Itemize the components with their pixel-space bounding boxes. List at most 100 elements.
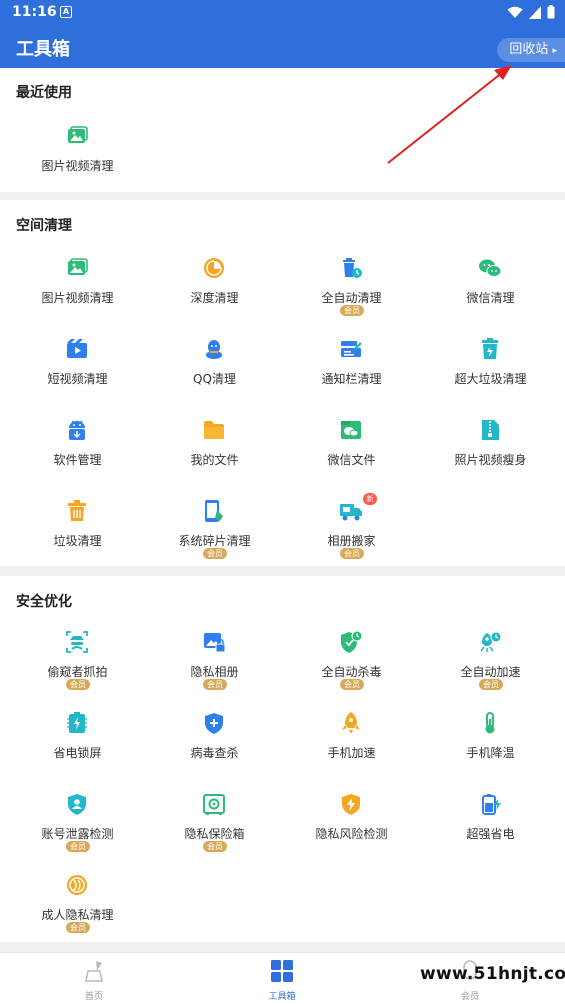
tool-item[interactable]: 我的文件	[144, 418, 285, 498]
tool-item[interactable]: 通知栏清理	[281, 337, 422, 417]
lock-photo-icon	[202, 630, 226, 654]
tool-item-label: 全自动加速	[460, 665, 521, 679]
tool-item[interactable]: 手机加速	[281, 711, 422, 791]
trash-clock-icon	[339, 256, 363, 280]
member-badge: 会员	[340, 548, 364, 559]
tool-item-label: 成人隐私清理	[41, 908, 114, 922]
status-icons	[507, 5, 555, 19]
tool-item[interactable]: 超大垃圾清理	[420, 337, 561, 417]
tool-item-label: 深度清理	[190, 291, 239, 305]
circle-hash-icon	[65, 873, 89, 897]
tool-item[interactable]: 微信文件	[281, 418, 422, 498]
nav-toolbox-label: 工具箱	[268, 992, 296, 1002]
member-badge: 会员	[203, 841, 227, 852]
member-badge: 会员	[340, 305, 364, 316]
security-section: 安全优化 偷窥者抓拍 会员 隐私相册 会员 全自动杀毒 会员 全自动加速 会员 省电锁屏 病毒查杀…	[0, 576, 565, 942]
battery-icon	[547, 5, 555, 19]
page-title: 工具箱	[16, 39, 70, 60]
tool-item[interactable]: 微信清理	[420, 256, 561, 336]
tool-item[interactable]: 病毒查杀	[144, 711, 285, 791]
zip-icon	[478, 418, 502, 442]
tool-item-label: 系统碎片清理	[178, 534, 251, 548]
shield-plus-icon	[202, 711, 226, 735]
member-badge: 会员	[66, 841, 90, 852]
tool-item-label: 软件管理	[53, 453, 102, 467]
recent-section: 最近使用 图片视频清理	[0, 68, 565, 192]
shield-clock-icon	[339, 630, 363, 654]
member-badge: 会员	[66, 679, 90, 690]
tool-item[interactable]: 省电锁屏	[7, 711, 148, 791]
tool-item-label: 短视频清理	[47, 372, 108, 386]
wechat-file-icon	[339, 418, 363, 442]
tool-item-label: 超强省电	[466, 827, 515, 841]
wifi-icon	[507, 6, 523, 18]
tool-item-label: QQ清理	[193, 372, 236, 386]
security-section-title: 安全优化	[16, 594, 72, 610]
pie-icon	[202, 256, 226, 280]
nav-home-label: 首页	[84, 992, 103, 1002]
wechat-icon	[478, 256, 502, 280]
tool-item[interactable]: 短视频清理	[7, 337, 148, 417]
recent-section-title: 最近使用	[16, 85, 72, 101]
recycle-bin-label: 回收站	[509, 42, 549, 57]
nav-toolbox[interactable]: 工具箱	[232, 959, 332, 1003]
tool-item[interactable]: 系统碎片清理 会员	[144, 499, 285, 579]
tool-item[interactable]: 隐私风险检测	[281, 792, 422, 872]
tool-item[interactable]: 账号泄露检测 会员	[7, 792, 148, 872]
battery-lock-icon	[65, 711, 89, 735]
tool-item[interactable]: 深度清理	[144, 256, 285, 336]
tool-item-label: 隐私相册	[190, 665, 239, 679]
qq-icon	[202, 337, 226, 361]
photo-icon	[65, 124, 89, 148]
status-time: 11:16	[12, 4, 57, 20]
space-section: 空间清理 图片视频清理 深度清理 全自动清理 会员 微信清理 短视频清理 QQ清理 通知栏清理…	[0, 200, 565, 566]
safe-icon	[202, 792, 226, 816]
thermometer-icon	[478, 711, 502, 735]
tool-item-label: 微信文件	[327, 453, 376, 467]
tool-item[interactable]: 图片视频清理	[7, 256, 148, 336]
member-badge: 会员	[203, 548, 227, 559]
tool-item[interactable]: 全自动清理 会员	[281, 256, 422, 336]
broom-icon	[85, 961, 103, 982]
tool-item-label: 图片视频清理	[41, 291, 114, 305]
new-badge: 新	[363, 493, 377, 505]
tool-item-label: 隐私风险检测	[315, 827, 388, 841]
tool-item[interactable]: 照片视频瘦身	[420, 418, 561, 498]
tool-item[interactable]: 隐私相册 会员	[144, 630, 285, 710]
big-trash-icon	[478, 337, 502, 361]
tool-item[interactable]: 成人隐私清理 会员	[7, 873, 148, 953]
watermark-text: www.51hnjt.com	[420, 964, 565, 984]
tool-item[interactable]: 图片视频清理	[7, 124, 148, 204]
grid-icon	[271, 960, 293, 982]
tool-item-label: 偷窥者抓拍	[47, 665, 108, 679]
truck-icon	[339, 499, 363, 523]
tool-item[interactable]: 全自动杀毒 会员	[281, 630, 422, 710]
tool-item[interactable]: 垃圾清理	[7, 499, 148, 579]
rocket-icon	[339, 711, 363, 735]
recycle-bin-button[interactable]: 回收站 ▸	[497, 38, 565, 62]
tool-item-label: 相册搬家	[327, 534, 376, 548]
signal-icon	[529, 5, 541, 19]
nav-home[interactable]: 首页	[44, 959, 144, 1003]
tool-item-label: 病毒查杀	[190, 746, 239, 760]
member-badge: 会员	[340, 679, 364, 690]
tool-item[interactable]: 相册搬家 会员 新	[281, 493, 422, 579]
tool-item-label: 隐私保险箱	[184, 827, 245, 841]
tool-item[interactable]: 全自动加速 会员	[420, 630, 561, 710]
tool-item[interactable]: 超强省电	[420, 792, 561, 872]
tool-item-label: 手机降温	[466, 746, 515, 760]
tool-item[interactable]: 隐私保险箱 会员	[144, 792, 285, 872]
member-badge: 会员	[479, 679, 503, 690]
tool-item-label: 手机加速	[327, 746, 376, 760]
phone-broom-icon	[202, 499, 226, 523]
battery-bolt-icon	[478, 792, 502, 816]
tool-item[interactable]: QQ清理	[144, 337, 285, 417]
nav-member-label: 会员	[460, 992, 479, 1002]
notification-icon	[339, 337, 363, 361]
shield-bolt-icon	[339, 792, 363, 816]
tool-item[interactable]: 偷窥者抓拍 会员	[7, 630, 148, 710]
tool-item[interactable]: 软件管理	[7, 418, 148, 498]
status-bar: 11:16 A	[0, 0, 565, 24]
tool-item[interactable]: 手机降温	[420, 711, 561, 791]
member-badge: 会员	[66, 922, 90, 933]
